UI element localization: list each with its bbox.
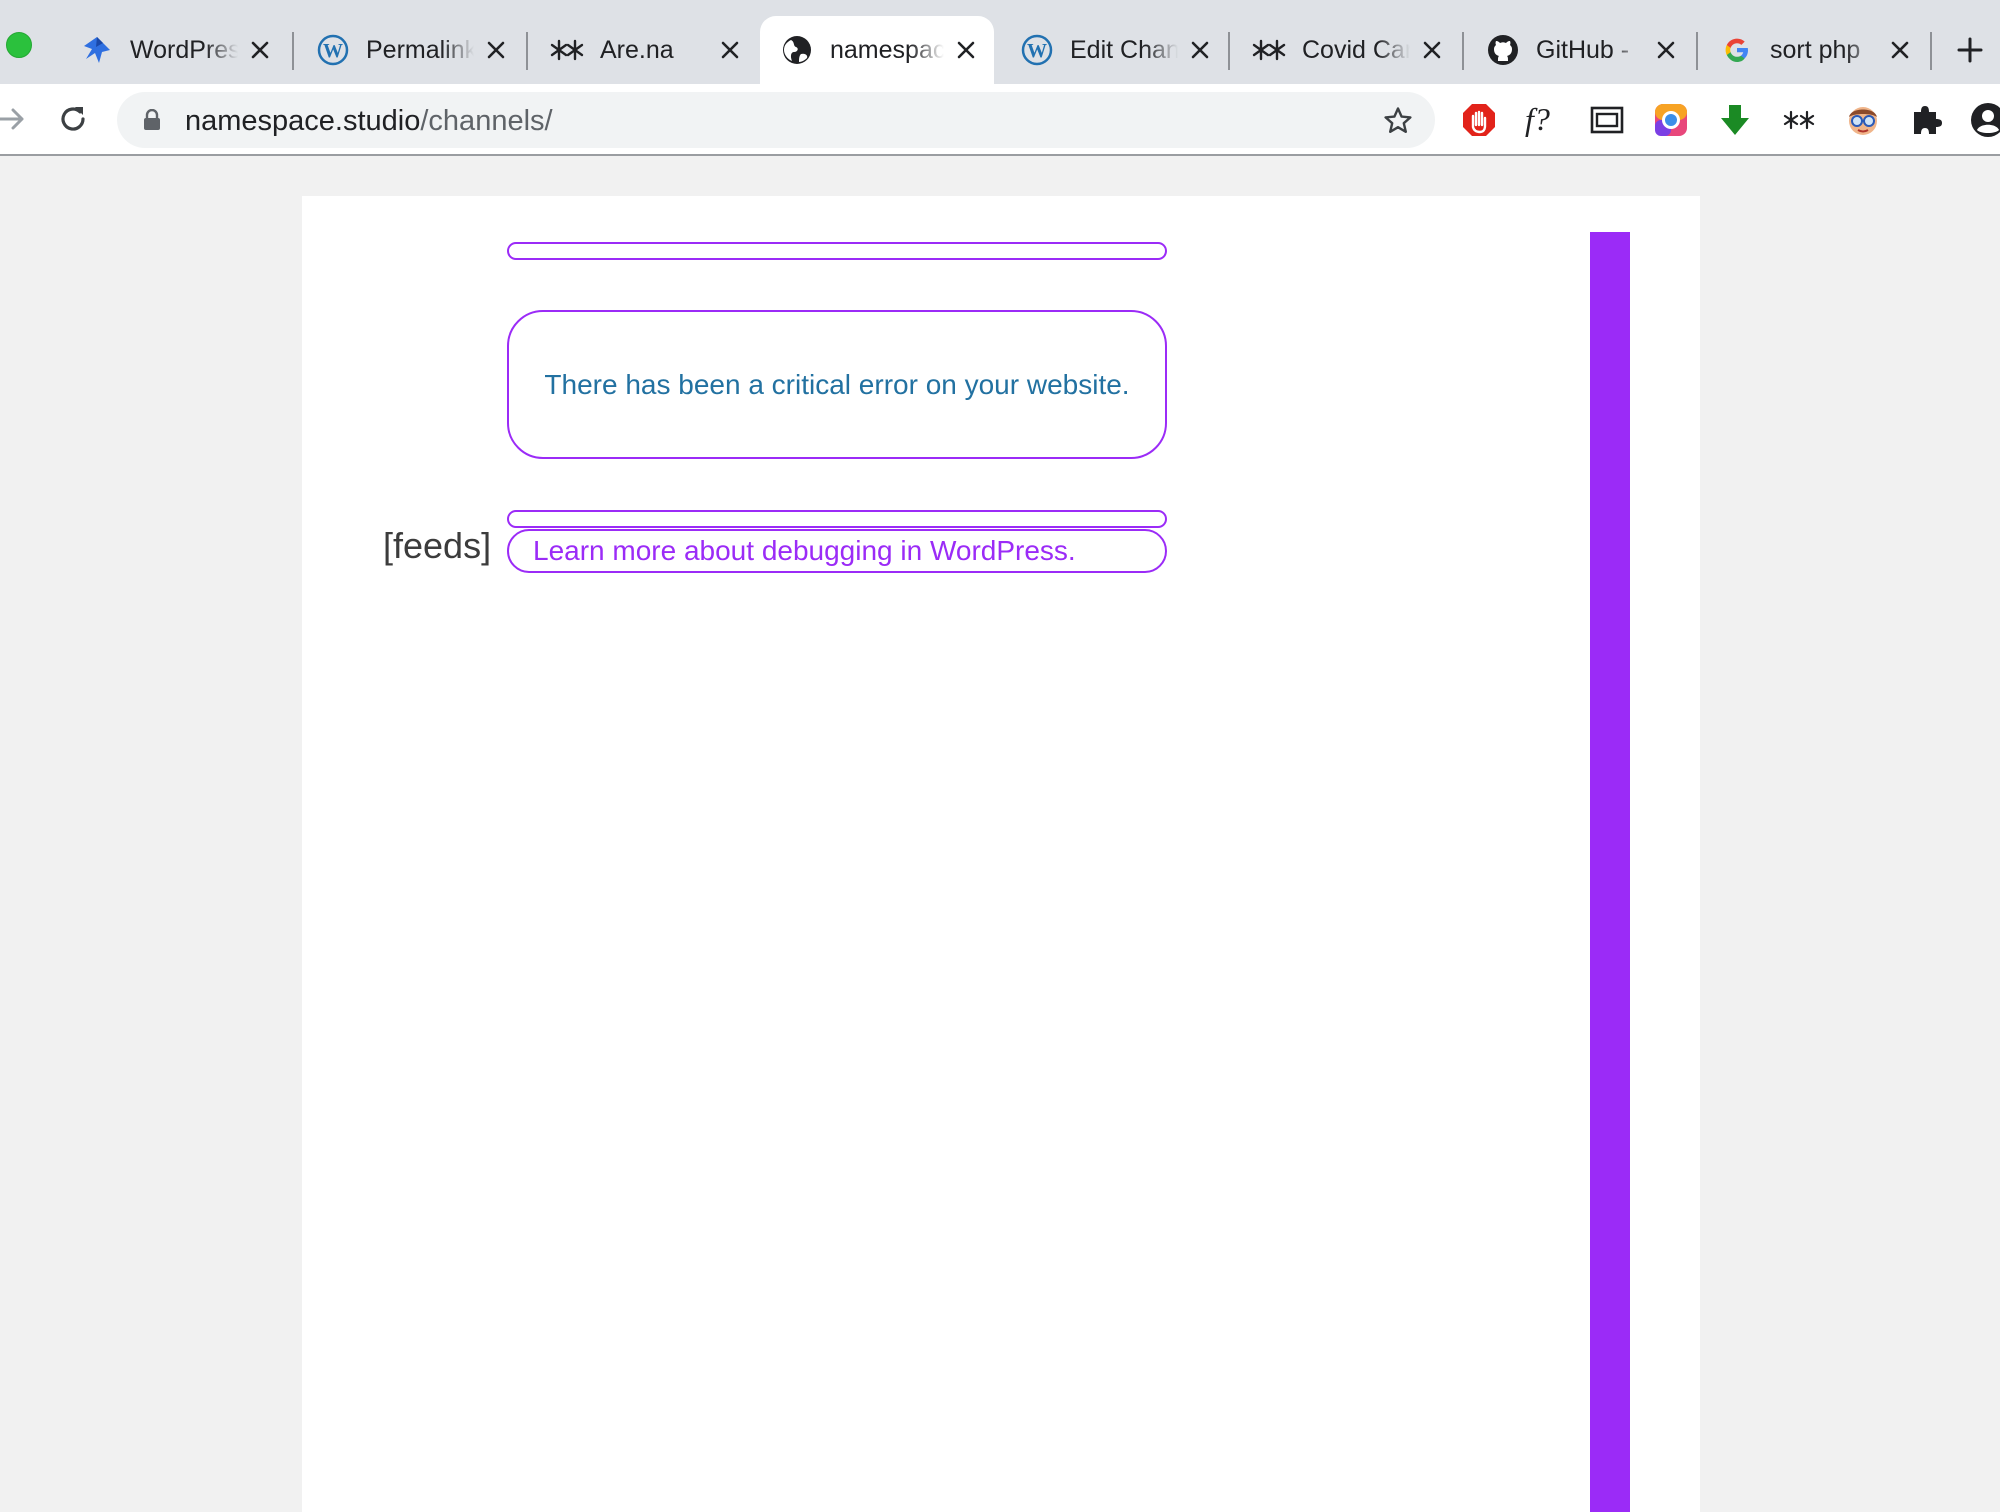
- bookmark-star-icon[interactable]: [1381, 104, 1415, 138]
- download-icon[interactable]: [1713, 98, 1757, 142]
- tab-title: namespace: [830, 35, 944, 64]
- github-icon: [1486, 33, 1520, 67]
- close-icon[interactable]: [1886, 36, 1914, 64]
- nerd-face-icon[interactable]: [1841, 98, 1885, 142]
- close-icon[interactable]: [246, 36, 274, 64]
- tab-title: Covid Care: [1302, 35, 1410, 64]
- tab-namespace[interactable]: namespace: [760, 16, 994, 84]
- close-icon[interactable]: [482, 36, 510, 64]
- puzzle-icon[interactable]: [1905, 98, 1949, 142]
- empty-channel-pill: [507, 242, 1167, 260]
- tab-title: GitHub -: [1536, 35, 1630, 64]
- close-icon[interactable]: [1418, 36, 1446, 64]
- arena-icon: [550, 33, 584, 67]
- tab-divider: [526, 32, 528, 70]
- profile-avatar-icon[interactable]: [1966, 98, 2000, 142]
- arena-extension-icon[interactable]: [1777, 98, 1821, 142]
- tab-title: WordPress: [130, 35, 238, 64]
- feeds-label: [feeds]: [383, 525, 492, 566]
- tab-title: Permalinks: [366, 35, 474, 64]
- reload-icon: [61, 107, 85, 131]
- tab-github[interactable]: GitHub -: [1466, 16, 1694, 84]
- screenshot-icon[interactable]: [1585, 98, 1629, 142]
- scroll-indicator-bar: [1590, 232, 1630, 1512]
- tab-edit-channel[interactable]: W Edit Channel: [1000, 16, 1228, 84]
- learn-more-pill[interactable]: Learn more about debugging in WordPress.: [507, 529, 1167, 573]
- reload-button[interactable]: [53, 99, 93, 139]
- adblock-icon[interactable]: [1457, 98, 1501, 142]
- lock-icon[interactable]: [143, 108, 161, 136]
- address-bar[interactable]: namespace.studio/channels/: [117, 92, 1435, 148]
- error-message: There has been a critical error on your …: [544, 368, 1130, 400]
- tab-arena[interactable]: Are.na: [530, 16, 758, 84]
- tab-divider: [1228, 32, 1230, 70]
- url-text[interactable]: namespace.studio/channels/: [185, 106, 553, 136]
- pin-icon: [80, 33, 114, 67]
- tab-wordpress[interactable]: WordPress: [60, 16, 288, 84]
- close-icon[interactable]: [952, 36, 980, 64]
- tab-divider: [1462, 32, 1464, 70]
- tab-title: Are.na: [600, 35, 674, 64]
- url-path: /channels/: [420, 105, 553, 137]
- error-box: There has been a critical error on your …: [507, 310, 1167, 459]
- plus-icon: [1957, 37, 1983, 63]
- new-tab-button[interactable]: [1950, 30, 1990, 70]
- font-identifier-icon[interactable]: f?: [1521, 98, 1565, 142]
- learn-more-link[interactable]: Learn more about debugging in WordPress.: [533, 535, 1076, 567]
- close-icon[interactable]: [1186, 36, 1214, 64]
- wordpress-icon: W: [1020, 33, 1054, 67]
- arena-icon: [1252, 33, 1286, 67]
- arrow-right-icon: [0, 108, 24, 130]
- tab-title: Edit Channel: [1070, 35, 1178, 64]
- google-icon: [1720, 33, 1754, 67]
- svg-text:W: W: [323, 40, 343, 62]
- forward-button[interactable]: [0, 99, 32, 139]
- svg-text:W: W: [1027, 40, 1047, 62]
- browser-toolbar: namespace.studio/channels/ f?: [0, 84, 2000, 156]
- tab-covid-care[interactable]: Covid Care: [1232, 16, 1460, 84]
- tab-divider: [1930, 32, 1932, 70]
- close-icon[interactable]: [716, 36, 744, 64]
- tab-strip: WordPress W Permalinks Are.na namespace: [0, 0, 2000, 84]
- empty-channel-pill: [507, 510, 1167, 528]
- url-host: namespace.studio: [185, 105, 421, 137]
- close-icon[interactable]: [1652, 36, 1680, 64]
- wordpress-icon: W: [316, 33, 350, 67]
- tab-title: sort php: [1770, 35, 1861, 64]
- globe-icon: [780, 33, 814, 67]
- svg-text:f?: f?: [1525, 102, 1550, 137]
- tab-divider: [292, 32, 294, 70]
- tab-divider: [1696, 32, 1698, 70]
- color-picker-icon[interactable]: [1649, 98, 1693, 142]
- tab-sort-php[interactable]: sort php: [1700, 16, 1928, 84]
- window-zoom-button[interactable]: [6, 32, 32, 58]
- tab-permalinks[interactable]: W Permalinks: [296, 16, 524, 84]
